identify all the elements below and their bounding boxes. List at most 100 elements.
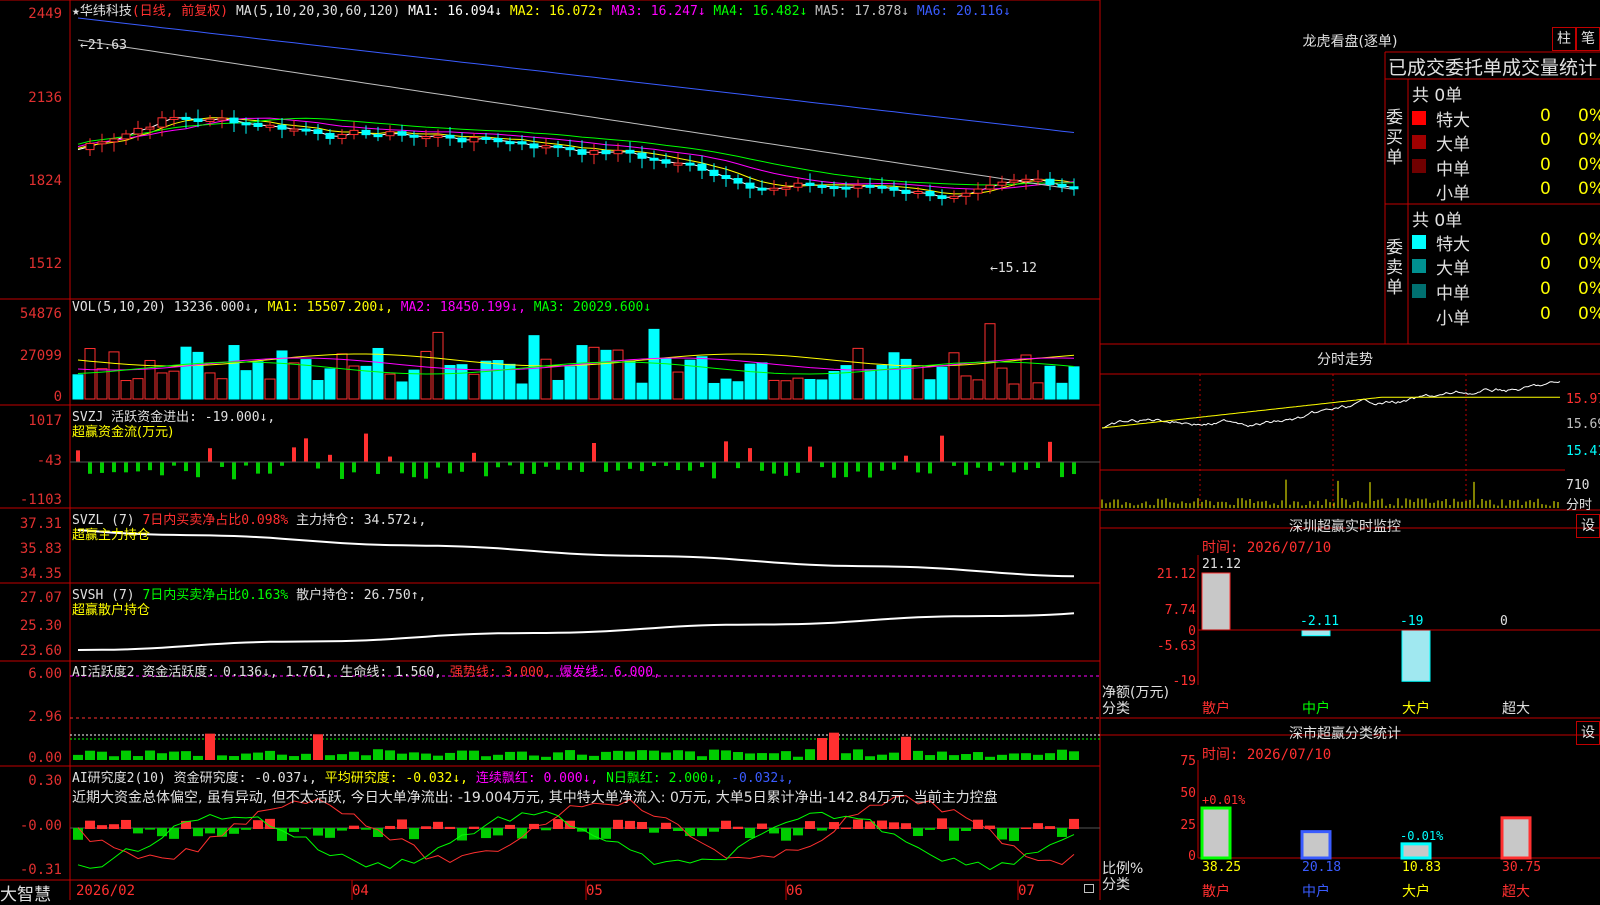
ai-research-main: AI研究度2(10) 资金研究度: -0.037↓, (72, 771, 317, 786)
sz-class-axis-label: 50 (1180, 786, 1196, 801)
volume-bar (108, 351, 120, 400)
svzl-axis-label: 35.83 (19, 541, 62, 557)
fund-flow-bar (304, 438, 308, 462)
date-axis-label: 07 (1018, 883, 1035, 899)
fund-flow-bar (904, 455, 908, 462)
pen-mode-button[interactable]: 笔 (1576, 27, 1600, 51)
fund-flow-bar (952, 462, 956, 466)
fund-flow-bar (976, 462, 980, 468)
research-bar (889, 822, 899, 829)
price-axis-label: 1512 (28, 256, 62, 272)
candle-body (373, 134, 383, 138)
volume-bar (804, 378, 816, 400)
column-mode-button[interactable]: 柱 (1552, 27, 1576, 51)
buy-row-count: 0 (1540, 179, 1551, 199)
candle-body (745, 182, 755, 189)
activity-bar (241, 753, 251, 760)
vol-axis-label: 0 (53, 389, 62, 405)
research-bar (709, 828, 719, 832)
price-mode[interactable]: (日线, 前复权) (132, 4, 228, 19)
research-bar (121, 819, 131, 829)
fund-flow-bar (388, 456, 392, 462)
ma6-value: MA6: 20.116↓ (916, 4, 1011, 19)
vol-value: VOL(5,10,20) 13236.000↓, (72, 300, 260, 315)
svzj-subheader: 超赢资金流(万元) (72, 425, 174, 440)
candle-body (229, 117, 239, 124)
sell-row-pct: 0% (1578, 279, 1600, 299)
activity-bar (553, 752, 563, 760)
fund-flow-bar (280, 462, 284, 466)
candle-body (1033, 178, 1043, 182)
research-bar (1033, 823, 1043, 829)
activity-bar (733, 752, 743, 760)
candle-body (553, 145, 563, 149)
activity-bar (841, 753, 851, 760)
activity-bar (769, 753, 779, 760)
fund-flow-bar (136, 462, 140, 472)
volume-bar (372, 347, 384, 400)
fund-flow-bar (316, 462, 320, 469)
activity-bar (1057, 749, 1067, 760)
activity-bar (613, 750, 623, 760)
ai-research-nday-red: N日飘红: 2.000↓, (606, 771, 724, 786)
activity-bar (409, 752, 419, 760)
ai-activity-main: AI活跃度2 资金活跃度: 0.136↓, 1.761, 生命线: 1.560, (72, 665, 442, 680)
ai-activity-axis-label: 0.00 (28, 750, 62, 766)
svzj-axis-label: -43 (36, 453, 62, 469)
main-holding-line (77, 529, 1075, 578)
candle-body (241, 122, 251, 126)
sell-row-count: 0 (1540, 230, 1551, 250)
fund-flow-bar (820, 462, 824, 468)
volume-bar (324, 368, 336, 400)
volume-bar (852, 347, 864, 400)
volume-bar (396, 381, 408, 400)
price-axis-label: 1824 (28, 173, 62, 189)
sz-class-bar (1200, 806, 1232, 860)
fund-flow-bar (484, 462, 488, 477)
fund-flow-bar (880, 462, 884, 471)
activity-bar (649, 750, 659, 760)
sz-class-axis-label: 75 (1180, 754, 1196, 769)
vol-axis-label: 27099 (19, 348, 62, 364)
sz-class-settings-button[interactable]: 设 (1576, 721, 1600, 745)
candle-body (397, 131, 407, 136)
stock-name[interactable]: ★华纬科技 (72, 4, 132, 19)
longhu-tabs[interactable]: 已成交委托单成交量统计 (1388, 53, 1600, 80)
volume-bar (432, 331, 444, 400)
fund-flow-bar (472, 452, 476, 462)
chart-canvas[interactable] (0, 0, 1600, 900)
candle-body (109, 138, 119, 143)
lock-icon[interactable] (1084, 884, 1094, 893)
vol-panel-header: VOL(5,10,20) 13236.000↓, MA1: 15507.200↓… (72, 300, 651, 315)
candle-body (529, 143, 539, 149)
fund-flow-bar (844, 462, 848, 478)
fund-flow-bar (1000, 462, 1004, 466)
sz-monitor-axis-label: 21.12 (1156, 567, 1196, 582)
volume-bar (564, 366, 576, 400)
buy-medium-swatch (1412, 159, 1426, 173)
sz-class-bottom-value: 20.18 (1302, 860, 1342, 875)
fund-flow-bar (544, 462, 548, 467)
activity-bar (697, 756, 707, 760)
research-bar (325, 828, 335, 838)
sz-class-change-label: -0.01% (1400, 829, 1444, 843)
longhu-title: 龙虎看盘(逐单) (1302, 34, 1398, 50)
sell-row-pct: 0% (1578, 304, 1600, 324)
activity-bar (985, 756, 995, 760)
svzj-axis-label: -1103 (19, 492, 62, 508)
research-bar (253, 820, 263, 829)
fund-flow-bar (580, 462, 584, 472)
research-bar (961, 828, 971, 831)
volume-bar (720, 378, 732, 400)
sell-row-label: 特大 (1436, 235, 1470, 255)
fund-flow-bar (712, 462, 716, 479)
sz-monitor-category: 散户 (1202, 701, 1230, 717)
fund-flow-bar (736, 462, 740, 469)
candle-body (421, 136, 431, 140)
volume-bar (384, 373, 396, 400)
sz-monitor-settings-button[interactable]: 设 (1576, 514, 1600, 538)
ai-research-axis-label: -0.31 (19, 862, 62, 878)
fund-flow-bar (916, 462, 920, 473)
ai-research-axis-label: -0.00 (19, 818, 62, 834)
candle-body (985, 184, 995, 190)
